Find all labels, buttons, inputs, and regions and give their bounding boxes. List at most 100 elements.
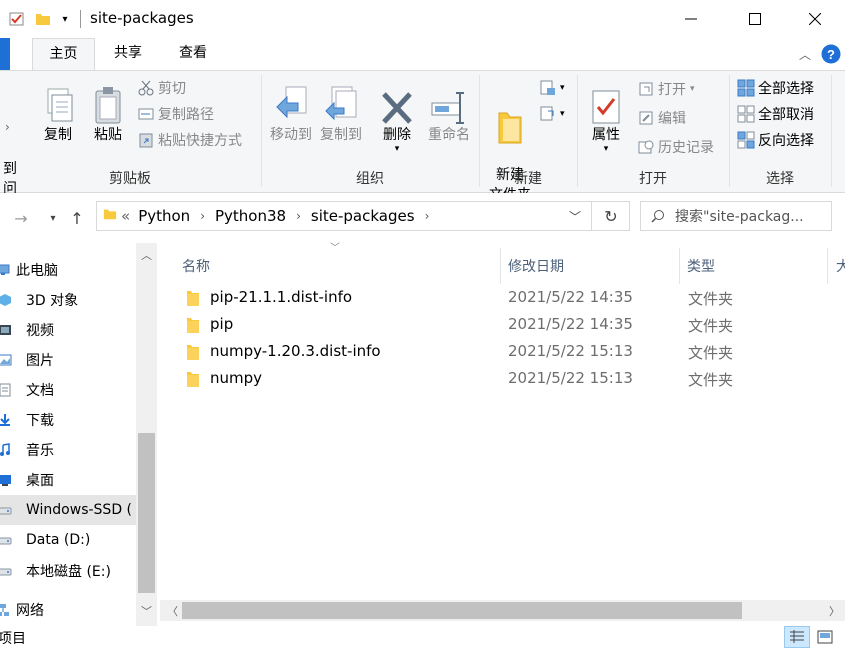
copy-path-button[interactable]: 复制路径 [136, 102, 214, 126]
nav-item-7[interactable]: 桌面 [0, 465, 136, 495]
nav-item-11[interactable]: 网络 [0, 595, 136, 625]
horizontal-scrollbar[interactable]: 〈 〉 [160, 600, 845, 621]
search-placeholder: 搜索"site-packag... [675, 209, 804, 225]
nav-item-2[interactable]: 视频 [0, 315, 136, 345]
scroll-down-icon[interactable]: ﹀ [136, 601, 157, 621]
scroll-up-icon[interactable]: ︿ [136, 245, 157, 265]
file-row[interactable]: pip-21.1.1.dist-info 2021/5/22 14:35 文件夹 [180, 285, 820, 312]
folder-icon [186, 289, 200, 311]
address-bar[interactable]: « Python › Python38 › site-packages › ﹀ … [96, 201, 630, 231]
collapse-ribbon-icon[interactable]: ︿ [795, 38, 815, 70]
breadcrumb-separator-icon[interactable]: › [425, 209, 430, 223]
tab-share[interactable]: 共享 [97, 38, 159, 70]
tab-file[interactable] [0, 38, 10, 70]
select-all-button[interactable]: 全部选择 [736, 76, 814, 100]
easy-access-icon [538, 104, 558, 124]
properties-dropdown-icon[interactable]: ▾ [584, 145, 628, 154]
navigation-bar: → ▾ ↑ « Python › Python38 › site-package… [0, 193, 845, 243]
column-header-type[interactable]: 类型 [687, 248, 827, 284]
nav-item-0[interactable]: 此电脑 [0, 255, 136, 285]
delete-dropdown-icon[interactable]: ▾ [374, 145, 420, 154]
nav-item-9[interactable]: Data (D:) [0, 525, 136, 555]
documents-icon [0, 375, 18, 405]
edit-button[interactable]: 编辑 [636, 106, 686, 130]
column-divider[interactable] [500, 248, 501, 284]
delete-button[interactable]: 删除 ▾ [374, 75, 420, 154]
breadcrumb-separator-icon[interactable]: › [296, 209, 301, 223]
breadcrumb-site-packages[interactable]: site-packages [311, 207, 415, 225]
paste-button[interactable]: 粘贴 [86, 75, 130, 145]
details-view-icon[interactable] [784, 626, 810, 648]
column-header-size[interactable]: 大 [836, 248, 845, 284]
cut-button[interactable]: 剪切 [136, 76, 186, 100]
column-divider[interactable] [827, 248, 828, 284]
status-bar: 项目 [0, 626, 845, 648]
pin-icon: › [0, 95, 28, 145]
history-button[interactable]: 历史记录 [636, 135, 714, 159]
breadcrumb-python38[interactable]: Python38 [215, 207, 286, 225]
address-dropdown-icon[interactable]: ﹀ [563, 202, 587, 230]
recent-locations-chevron-icon[interactable]: ▾ [42, 206, 64, 230]
copy-to-button[interactable]: 复制到 [316, 75, 366, 145]
properties-quick-icon[interactable] [6, 0, 28, 38]
search-box[interactable]: 搜索"site-packag... [640, 201, 832, 231]
column-header-name[interactable]: 名称 [182, 248, 500, 284]
breadcrumb-overflow[interactable]: « [121, 207, 130, 225]
up-arrow-icon[interactable]: ↑ [66, 206, 88, 230]
select-none-button[interactable]: 全部取消 [736, 102, 814, 126]
refresh-icon[interactable]: ↻ [593, 202, 629, 230]
minimize-button[interactable] [660, 0, 722, 38]
rename-button[interactable]: 重命名 [422, 75, 476, 145]
move-to-button[interactable]: 移动到 [266, 75, 316, 145]
file-row[interactable]: pip 2021/5/22 14:35 文件夹 [180, 312, 820, 339]
column-header-date[interactable]: 修改日期 [508, 248, 678, 284]
paste-shortcut-label: 粘贴快捷方式 [158, 133, 242, 149]
nav-item-3[interactable]: 图片 [0, 345, 136, 375]
properties-icon [584, 75, 628, 125]
new-folder-quick-icon[interactable] [34, 0, 52, 38]
paste-shortcut-button[interactable]: 粘贴快捷方式 [136, 128, 242, 152]
tab-view[interactable]: 查看 [162, 38, 224, 70]
close-button[interactable] [784, 0, 845, 38]
nav-item-10[interactable]: 本地磁盘 (E:) [0, 556, 136, 586]
scroll-right-icon[interactable]: 〉 [824, 600, 845, 621]
select-none-icon [736, 104, 756, 124]
new-item-button[interactable]: ▾ [538, 76, 565, 100]
file-name: pip [210, 315, 234, 333]
easy-access-button[interactable]: ▾ [538, 102, 565, 126]
properties-label: 属性 [592, 127, 620, 143]
nav-item-8[interactable]: Windows-SSD ( [0, 495, 136, 525]
file-name: numpy [210, 369, 263, 387]
open-button[interactable]: 打开 ▾ [636, 77, 695, 101]
quick-access-dropdown-icon[interactable]: ▾ [58, 0, 72, 38]
properties-button[interactable]: 属性 ▾ [584, 75, 628, 154]
svg-text:?: ? [827, 47, 835, 62]
nav-item-1[interactable]: 3D 对象 [0, 285, 136, 315]
nav-item-5[interactable]: 下载 [0, 405, 136, 435]
move-to-icon [266, 75, 316, 125]
help-icon[interactable]: ? [820, 38, 842, 70]
tab-home[interactable]: 主页 [32, 38, 95, 71]
large-icons-view-icon[interactable] [812, 626, 838, 648]
scroll-left-icon[interactable]: 〈 [162, 600, 183, 621]
nav-item-6[interactable]: 音乐 [0, 435, 136, 465]
nav-scrollbar[interactable]: ︿ ﹀ [136, 243, 157, 626]
file-date: 2021/5/22 15:13 [508, 369, 633, 387]
copy-button[interactable]: 复制 [36, 75, 80, 145]
select-all-icon [736, 78, 756, 98]
file-row[interactable]: numpy-1.20.3.dist-info 2021/5/22 15:13 文件夹 [180, 339, 820, 366]
maximize-button[interactable] [724, 0, 786, 38]
music-icon [0, 435, 18, 465]
file-row[interactable]: numpy 2021/5/22 15:13 文件夹 [180, 366, 820, 393]
delete-x-icon [374, 75, 420, 125]
column-divider[interactable] [679, 248, 680, 284]
copy-path-icon [136, 104, 156, 124]
folder-icon [186, 316, 200, 338]
back-arrow-icon[interactable]: → [10, 206, 32, 230]
nav-item-4[interactable]: 文档 [0, 375, 136, 405]
nav-scrollbar-thumb[interactable] [138, 433, 155, 593]
horizontal-scrollbar-thumb[interactable] [182, 602, 742, 619]
breadcrumb-python[interactable]: Python [138, 207, 190, 225]
breadcrumb-separator-icon[interactable]: › [200, 209, 205, 223]
invert-selection-button[interactable]: 反向选择 [736, 128, 814, 152]
